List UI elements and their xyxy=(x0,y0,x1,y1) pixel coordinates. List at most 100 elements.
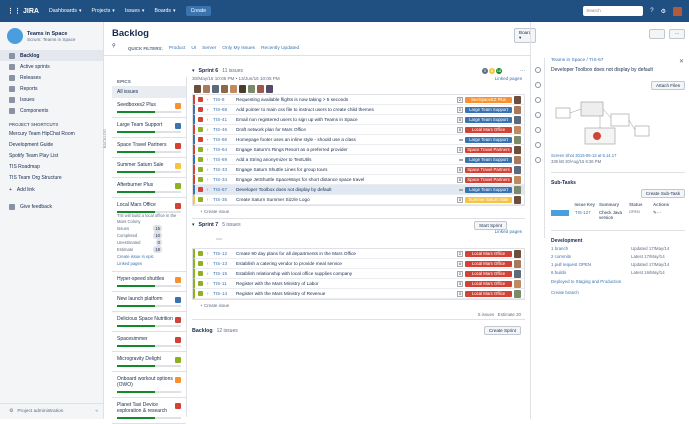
epic-label[interactable]: Space Travel Partners xyxy=(465,146,512,153)
add-link-button[interactable]: + Add link xyxy=(0,184,103,195)
epic-card[interactable]: Microgravity Delight xyxy=(112,352,186,372)
avatar[interactable] xyxy=(266,84,273,93)
epic-card[interactable]: Seedboxes2 Plus xyxy=(112,98,186,118)
issue-key[interactable]: TIS-67 xyxy=(213,187,236,192)
issue-row[interactable]: ↑ TIS-11 Register with the Mars Ministry o… xyxy=(193,279,524,289)
epic-card[interactable]: Hyper-speed shuttles xyxy=(112,272,186,292)
jira-logo[interactable]: ⋮⋮ JIRA xyxy=(7,7,39,16)
epic-label[interactable]: Local Mars Office xyxy=(465,126,512,133)
epic-label[interactable]: Local Mars Office xyxy=(465,250,512,257)
menu-grid-icon[interactable]: ⋮⋮ xyxy=(7,7,21,15)
assignee-avatar[interactable] xyxy=(514,279,521,288)
clock-icon[interactable] xyxy=(534,82,541,88)
assignee-avatar[interactable] xyxy=(514,289,521,298)
assignee-avatar[interactable] xyxy=(514,115,521,124)
epic-label[interactable]: Large Team Support xyxy=(465,136,512,143)
issue-row[interactable]: ↑ TIS-41 Email non registered users to sig… xyxy=(193,115,524,125)
assignee-avatar[interactable] xyxy=(514,105,521,114)
assignee-avatar[interactable] xyxy=(514,165,521,174)
project-administration-link[interactable]: ⚙ Project administration « xyxy=(0,403,104,419)
sidebar-item-backlog[interactable]: Backlog xyxy=(0,50,103,61)
filter-only-my-issues[interactable]: Only My Issues xyxy=(222,46,255,51)
avatar[interactable] xyxy=(230,84,237,93)
deployment-link[interactable]: Deployed to Staging and Production xyxy=(551,279,685,284)
avatar[interactable] xyxy=(248,84,255,93)
epic-label[interactable]: Large Team Support xyxy=(465,106,512,113)
create-issue-link[interactable]: + Create issue xyxy=(192,300,525,310)
issue-row[interactable]: ↑ TIS-34 Engage JetShuttle SpaceWays for s… xyxy=(193,175,524,185)
issue-row[interactable]: ↑ TIS-64 Engage Saturn's Rings Resort as a… xyxy=(193,145,524,155)
issue-row[interactable]: ↑ TIS-68 Add pointer to main css file to i… xyxy=(193,105,524,115)
assignee-avatar[interactable] xyxy=(514,175,521,184)
more-icon[interactable]: ⋯ xyxy=(520,68,525,74)
search-icon[interactable]: ⚲ xyxy=(112,44,122,52)
filter-product[interactable]: Product xyxy=(169,46,186,51)
search-input[interactable]: Search xyxy=(583,6,644,16)
assignee-avatar[interactable] xyxy=(514,195,521,204)
avatar[interactable] xyxy=(257,84,264,93)
issue-key[interactable]: TIS-66 xyxy=(213,137,236,142)
issue-key[interactable]: TIS-14 xyxy=(213,291,236,296)
shortcut-link[interactable]: TIS Roadmap xyxy=(0,162,103,173)
epic-card[interactable]: Delicious Space Nutrition xyxy=(112,312,186,332)
issue-key[interactable]: TIS-12 xyxy=(213,251,236,256)
give-feedback-link[interactable]: Give feedback xyxy=(0,201,103,212)
epic-card[interactable]: Planet Taxi Device exploration & researc… xyxy=(112,398,186,424)
create-branch-link[interactable]: Create branch xyxy=(551,290,685,295)
avatar[interactable] xyxy=(239,84,246,93)
sprint-7-header[interactable]: ▾ Sprint 7 5 issues Start Sprint xyxy=(192,218,525,230)
issue-key[interactable]: TIS-35 xyxy=(213,197,236,202)
nav-projects[interactable]: Projects ▾ xyxy=(92,8,115,14)
issue-key[interactable]: TIS-11 xyxy=(213,281,236,286)
epic-label[interactable]: Space Travel Partners xyxy=(465,166,512,173)
issue-row[interactable]: ↑ TIS-13 Establish a catering vendor to pr… xyxy=(193,259,524,269)
epic-label[interactable]: SeeSpaceEZ Plus xyxy=(465,96,512,103)
epic-label[interactable]: Local Mars Office xyxy=(465,290,512,297)
issue-key[interactable]: TIS-46 xyxy=(213,127,236,132)
avatar[interactable] xyxy=(221,84,228,93)
avatar[interactable] xyxy=(194,84,201,93)
settings-icon[interactable] xyxy=(534,157,541,163)
project-header[interactable]: Teams in Space Scrum: Teams in Space xyxy=(0,22,103,50)
issue-key[interactable]: TIS-13 xyxy=(213,261,236,266)
sidebar-item-reports[interactable]: Reports xyxy=(0,83,103,94)
development-item[interactable]: 2 commits Latest 17/May/14 xyxy=(551,254,685,260)
board-settings-button[interactable] xyxy=(649,29,665,39)
issue-row[interactable]: ↑ TIS-33 Engage Saturn Shuttle Lines for g… xyxy=(193,165,524,175)
issue-title[interactable]: Developer Toolbox does not display by de… xyxy=(551,67,685,73)
epic-label[interactable]: Local Mars Office xyxy=(465,280,512,287)
attach-files-button[interactable]: Attach Files xyxy=(651,81,685,90)
assignee-avatar[interactable] xyxy=(514,259,521,268)
assignee-avatar[interactable] xyxy=(514,155,521,164)
epic-label[interactable]: Large Team Support xyxy=(465,116,512,123)
assignee-avatar[interactable] xyxy=(514,269,521,278)
epic-card[interactable]: Afterburner Plus xyxy=(112,178,186,198)
epic-label[interactable]: Large Team Support xyxy=(465,156,512,163)
avatar[interactable] xyxy=(212,84,219,93)
epic-all-issues[interactable]: All issues xyxy=(112,86,186,98)
assignee-avatar[interactable] xyxy=(514,249,521,258)
link-icon[interactable] xyxy=(534,127,541,133)
create-sprint-button[interactable]: Create Sprint xyxy=(483,326,521,335)
gear-icon[interactable]: ⚙ xyxy=(661,8,666,15)
nav-boards[interactable]: Boards ▾ xyxy=(155,8,176,14)
help-icon[interactable]: ? xyxy=(650,8,653,14)
shortcut-link[interactable]: Development Guide xyxy=(0,140,103,151)
sidebar-item-components[interactable]: Components xyxy=(0,105,103,116)
code-icon[interactable] xyxy=(534,142,541,148)
issue-row[interactable]: ↑ TIS-14 Register with the Mars Ministry o… xyxy=(193,289,524,299)
issue-key[interactable]: TIS-8 xyxy=(213,97,236,102)
collapse-sidebar-icon[interactable]: « xyxy=(95,409,98,414)
sidebar-item-issues[interactable]: Issues xyxy=(0,94,103,105)
avatar[interactable] xyxy=(203,84,210,93)
sprint-6-header[interactable]: ▾ Sprint 6 11 issues 0 6 18 ⋯ xyxy=(192,65,525,76)
issue-row[interactable]: ↑ TIS-46 Draft network plan for Mars Offic… xyxy=(193,125,524,135)
issue-key[interactable]: TIS-34 xyxy=(213,177,236,182)
more-icon[interactable]: ⋯ xyxy=(192,236,525,248)
shortcut-link[interactable]: Mercury Team HipChat Room xyxy=(0,129,103,140)
more-actions-button[interactable]: ⋯ xyxy=(669,29,685,39)
issue-row[interactable]: ↑ TIS-66 Homepage footer uses an inline st… xyxy=(193,135,524,145)
epic-card[interactable]: Spacesimmer xyxy=(112,332,186,352)
collapse-icon[interactable]: ▾ xyxy=(192,68,195,74)
development-item[interactable]: 6 builds Latest 16/May/14 xyxy=(551,270,685,276)
